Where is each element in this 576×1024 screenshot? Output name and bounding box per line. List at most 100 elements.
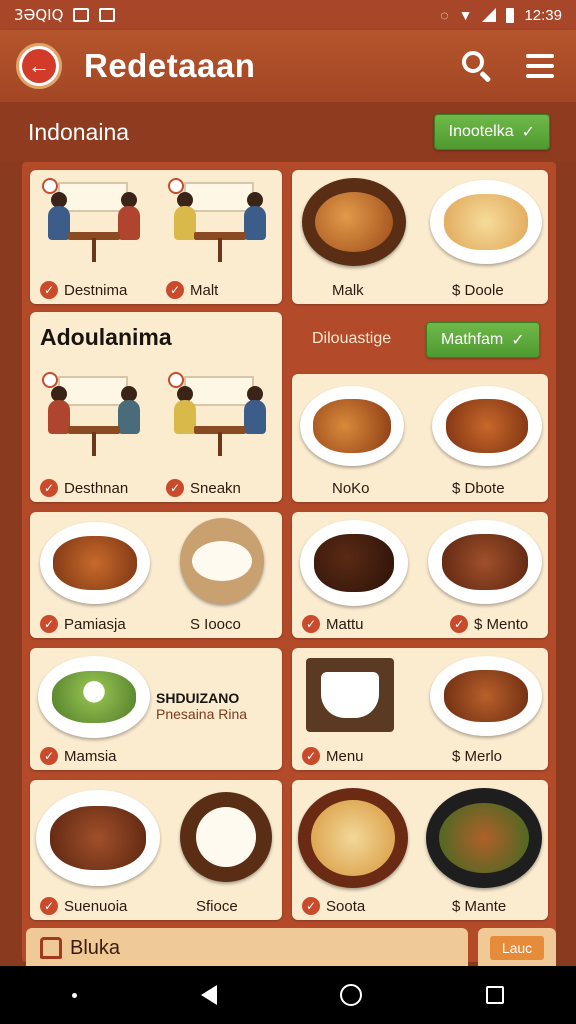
card-food-3[interactable]: ✓ Pamiasja S Iooco (30, 512, 282, 638)
card-food-5[interactable]: SHDUIZANO Pnesaina Rina ✓ Mamsia (30, 648, 282, 770)
item-label: Sfioce (196, 897, 238, 915)
roast-chicken-plate-image (36, 790, 160, 886)
image-notification-icon (73, 8, 90, 22)
section-action-label: Inootelka (448, 123, 514, 140)
status-text: 3ƏQIQ (14, 6, 64, 24)
menu-icon[interactable] (526, 54, 554, 78)
dish-title-line1: SHDUIZANO (156, 690, 240, 706)
menu-grid: ✓ Destnima ✓ Malt Malk $ Doole Adoulanima … (22, 162, 556, 962)
bottom-action-button[interactable]: Lauc (478, 928, 556, 968)
chevron-down-icon: ✓ (511, 332, 525, 349)
check-icon: ✓ (40, 897, 58, 915)
dish-title: SHDUIZANO Pnesaina Rina (156, 690, 247, 722)
dining-scene-image (164, 176, 276, 272)
card-restaurant-1[interactable]: ✓ Destnima ✓ Malt (30, 170, 282, 304)
nav-recents-icon[interactable] (486, 986, 505, 1004)
feature-title: Adoulanima (40, 324, 172, 350)
dish-title-line2: Pnesaina Rina (156, 706, 248, 722)
list-item: $ Mante (442, 892, 506, 920)
beef-rice-plate-image (300, 520, 408, 606)
list-item: NoKo (322, 474, 370, 502)
item-label: $ Doole (452, 281, 504, 299)
nav-dot-icon (71, 992, 77, 998)
item-label: Sneakn (190, 479, 241, 497)
list-item: $ Doole (442, 276, 504, 304)
list-item: ✓ Pamiasja (30, 610, 126, 638)
item-label: Menu (326, 747, 364, 765)
grilled-chicken-plate-image (428, 520, 542, 604)
list-item: $ Merlo (442, 742, 502, 770)
system-nav-bar (0, 966, 576, 1024)
back-button[interactable]: ← (16, 43, 62, 89)
section-action-button[interactable]: Inootelka ✓ (433, 114, 550, 150)
item-label: Malk (332, 281, 364, 299)
check-icon: ✓ (302, 897, 320, 915)
clock: 12:39 (524, 6, 562, 24)
list-item: ✓ Sneakn (156, 474, 241, 502)
item-label: Mattu (326, 615, 364, 633)
card-food-4[interactable]: ✓ Mattu ✓ $ Mento (292, 512, 548, 638)
card-food-8[interactable]: ✓ Soota $ Mante (292, 780, 548, 920)
list-item: ✓ Destnima (30, 276, 127, 304)
category-button[interactable]: Mathfam ✓ (426, 322, 540, 358)
item-label: Destnima (64, 281, 128, 299)
item-label: $ Dbote (452, 479, 505, 497)
chevron-down-icon: ✓ (521, 124, 535, 141)
check-icon: ✓ (40, 281, 58, 299)
soup-bowl-image (298, 788, 408, 888)
list-item: S Iooco (180, 610, 241, 638)
chicken-salad-plate-image (426, 788, 542, 888)
list-item: ✓ Suenuoia (30, 892, 127, 920)
card-food-6[interactable]: ✓ Menu $ Merlo (292, 648, 548, 770)
fried-chicken-bowl-image (302, 178, 406, 266)
back-arrow-icon: ← (22, 49, 56, 83)
battery-icon (506, 7, 515, 23)
curry-plate-image (300, 386, 404, 466)
list-item: ✓ Soota (292, 892, 365, 920)
photos-notification-icon (99, 8, 116, 22)
card-feature[interactable]: Adoulanima ✓ Desthnan ✓ Sneakn (30, 312, 282, 502)
category-label: Dilouastige (312, 330, 392, 347)
dining-scene-image (38, 176, 150, 272)
vibrate-icon: ◌ (440, 7, 449, 23)
item-label: Desthnan (64, 479, 129, 497)
card-food-2[interactable]: NoKo $ Dbote (292, 374, 548, 502)
rice-pan-image (180, 792, 272, 882)
bottom-panel-label: Bluka (70, 936, 121, 959)
dining-scene-image (38, 370, 150, 466)
check-icon: ✓ (302, 615, 320, 633)
search-icon[interactable] (462, 51, 492, 83)
list-item: ✓ $ Mento (440, 610, 528, 638)
item-label: $ Mento (474, 615, 529, 633)
section-header: Indonaina Inootelka ✓ (0, 102, 576, 162)
list-item: ✓ Mattu (292, 610, 364, 638)
item-label: Soota (326, 897, 366, 915)
restaurant-icon (40, 937, 62, 959)
check-icon: ✓ (166, 281, 184, 299)
check-icon: ✓ (450, 615, 468, 633)
item-label: $ Mante (452, 897, 507, 915)
noodle-plate-image (430, 180, 542, 264)
nav-home-icon[interactable] (340, 984, 363, 1006)
item-label: $ Merlo (452, 747, 503, 765)
list-item: Sfioce (186, 892, 238, 920)
item-label: Suenuoia (64, 897, 128, 915)
list-item: ✓ Malt (156, 276, 218, 304)
category-button-label: Mathfam (441, 331, 504, 348)
item-label: Pamiasja (64, 615, 126, 633)
check-icon: ✓ (302, 747, 320, 765)
app-bar: ← Redetaaan (0, 30, 576, 102)
wifi-icon: ▼ (458, 7, 473, 23)
check-icon: ✓ (166, 479, 184, 497)
card-food-7[interactable]: ✓ Suenuoia Sfioce (30, 780, 282, 920)
rice-basket-image (180, 518, 264, 604)
bottom-panel[interactable]: Bluka (26, 928, 468, 968)
nav-back-icon[interactable] (200, 985, 217, 1005)
list-item: ✓ Menu (292, 742, 364, 770)
app-title: Redetaaan (84, 47, 256, 84)
list-item: $ Dbote (442, 474, 505, 502)
section-title: Indonaina (28, 118, 130, 145)
card-food-1[interactable]: Malk $ Doole (292, 170, 548, 304)
dining-scene-image (164, 370, 276, 466)
item-label: NoKo (332, 479, 370, 497)
